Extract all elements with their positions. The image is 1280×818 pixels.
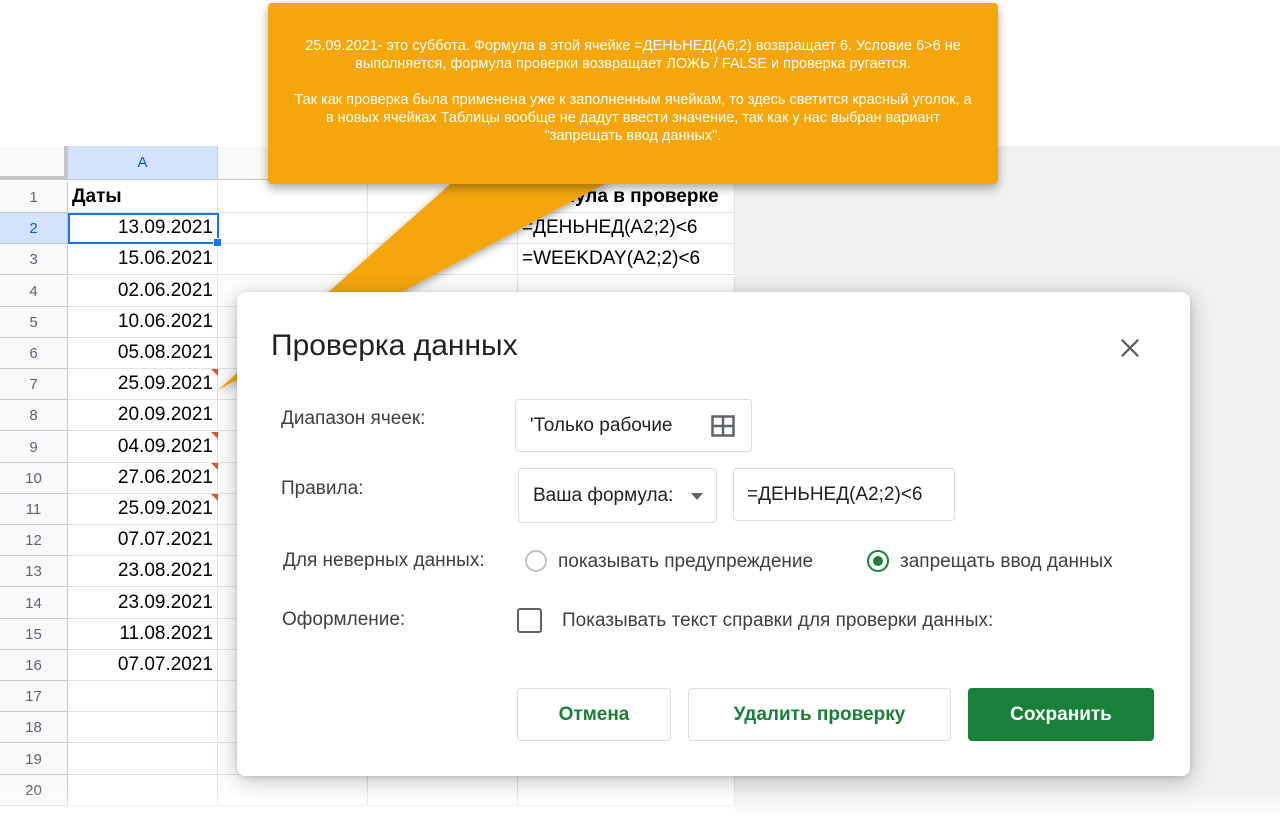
select-range-grid-icon[interactable] [711,415,735,437]
radio-reject-input[interactable] [867,550,889,572]
rule-type-select[interactable]: Ваша формула: [518,468,717,523]
dialog-title: Проверка данных [271,329,518,362]
appearance-label: Оформление: [282,609,406,630]
save-button[interactable]: Сохранить [968,688,1154,741]
range-value: 'Только рабочие [530,414,673,436]
close-icon[interactable] [1116,334,1144,362]
callout-text-2: Так как проверка была применена уже к за… [294,92,972,144]
dropdown-arrow-icon [691,493,703,500]
callout-text-1: 25.09.2021- это суббота. Формула в этой … [305,38,961,72]
help-text-checkbox[interactable] [517,608,542,633]
data-validation-dialog: Проверка данных Диапазон ячеек: 'Только … [237,292,1190,776]
rule-type-value: Ваша формула: [533,484,674,506]
rule-formula-input[interactable]: =ДЕНЬНЕД(A2;2)<6 [733,468,955,521]
range-field[interactable]: 'Только рабочие [515,399,752,452]
cancel-button[interactable]: Отмена [517,688,671,741]
radio-show-warning[interactable] [525,550,547,572]
range-label: Диапазон ячеек: [281,408,426,429]
help-text-label[interactable]: Показывать текст справки для проверки да… [562,610,993,632]
explanation-callout: 25.09.2021- это суббота. Формула в этой … [268,3,998,184]
remove-validation-button[interactable]: Удалить проверку [688,688,951,741]
show-warning-label[interactable]: показывать предупреждение [558,551,813,573]
invalid-data-label: Для неверных данных: [283,550,485,571]
reject-input-label[interactable]: запрещать ввод данных [900,551,1113,573]
rules-label: Правила: [281,478,364,499]
